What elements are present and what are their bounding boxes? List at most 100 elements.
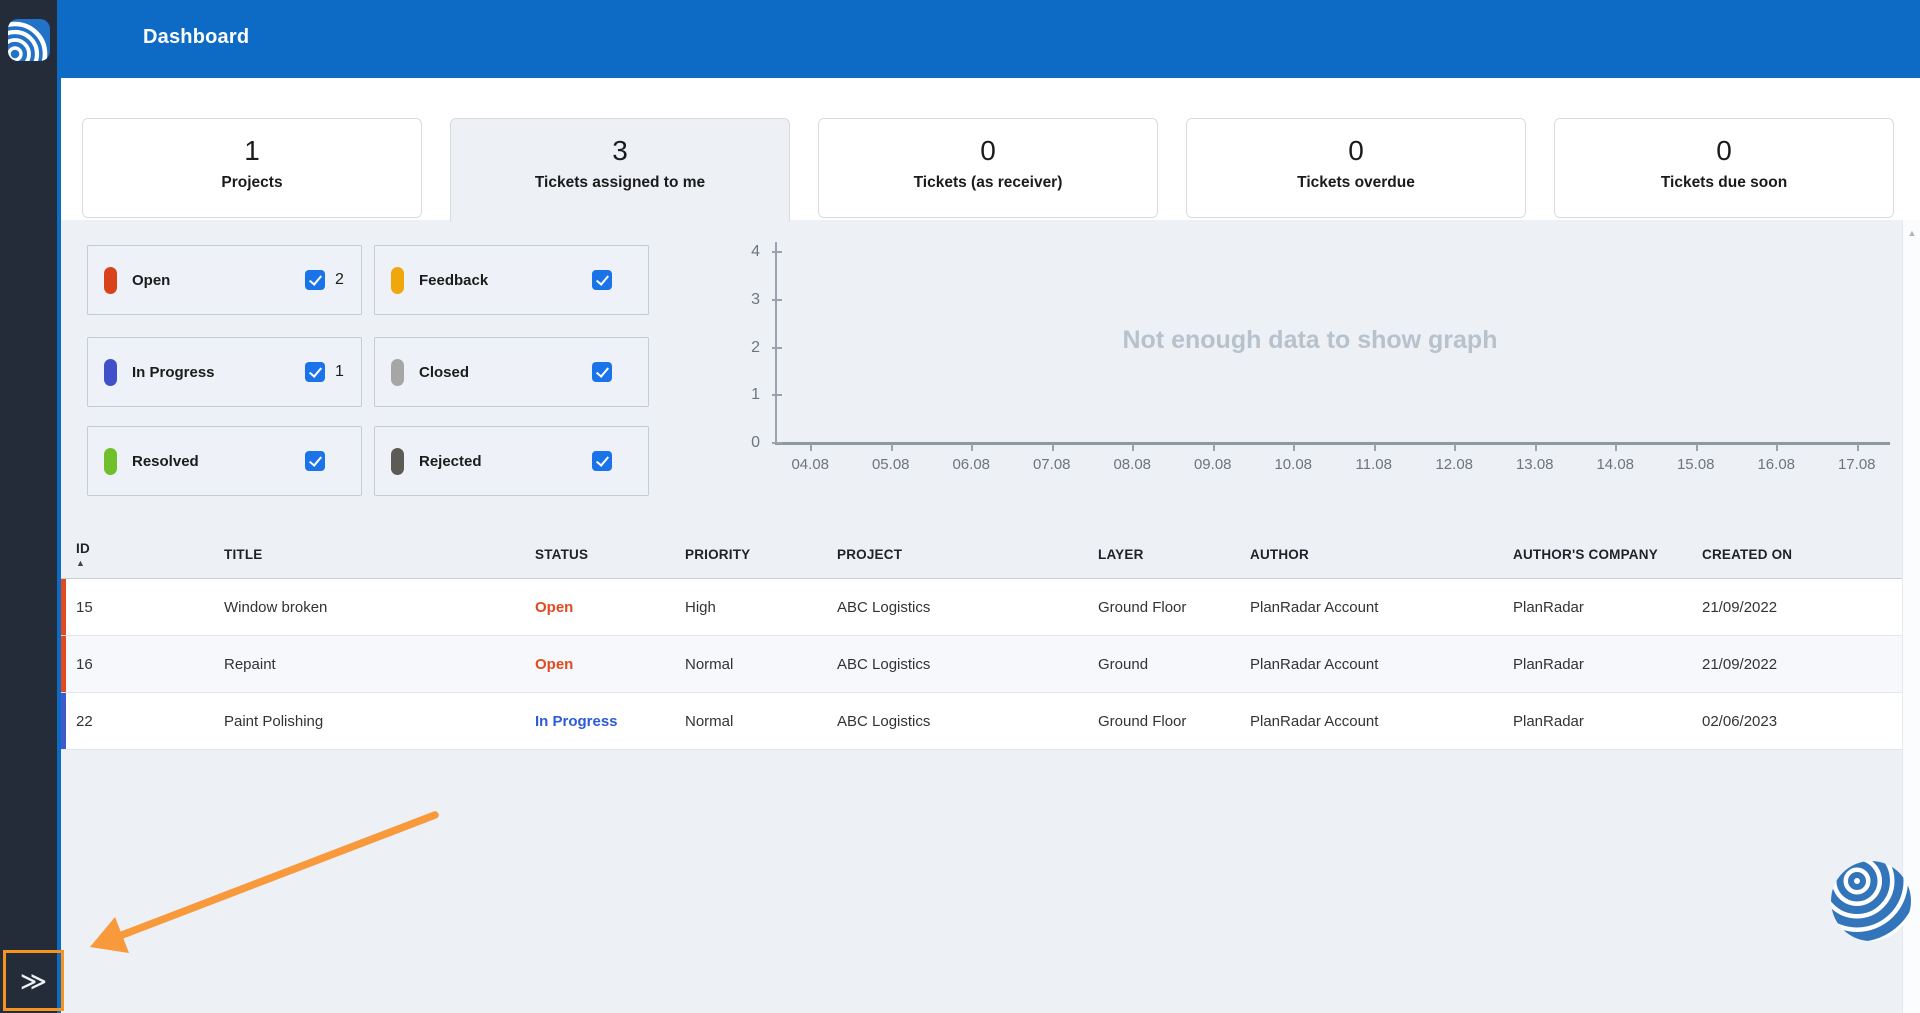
filter-rejected[interactable]: Rejected (374, 426, 649, 496)
table-row[interactable]: 15 Window broken Open High ABC Logistics… (61, 579, 1902, 636)
filter-feedback[interactable]: Feedback (374, 245, 649, 315)
cell-title: Repaint (224, 656, 535, 673)
card-label: Tickets assigned to me (535, 174, 705, 192)
scrollbar-up-icon[interactable]: ▲ (1903, 228, 1920, 238)
column-header-status[interactable]: STATUS (535, 547, 685, 562)
filter-open[interactable]: Open 2 (87, 245, 362, 315)
chart-y-axis (775, 242, 777, 444)
x-tick: 14.08 (1575, 444, 1656, 484)
x-tick: 06.08 (931, 444, 1012, 484)
table-row[interactable]: 22 Paint Polishing In Progress Normal AB… (61, 693, 1902, 750)
cell-project: ABC Logistics (837, 599, 1098, 616)
expand-sidebar-button[interactable]: ≫ (3, 950, 64, 1011)
x-tick: 05.08 (851, 444, 932, 484)
card-label: Tickets overdue (1297, 174, 1415, 192)
column-header-title[interactable]: TITLE (224, 547, 535, 562)
chart-empty-message: Not enough data to show graph (1010, 326, 1610, 355)
x-tick: 10.08 (1253, 444, 1334, 484)
filter-in-progress[interactable]: In Progress 1 (87, 337, 362, 407)
filter-label: Resolved (132, 453, 199, 470)
app-logo (0, 0, 57, 80)
cell-project: ABC Logistics (837, 656, 1098, 673)
cell-project: ABC Logistics (837, 713, 1098, 730)
filter-label: Open (132, 272, 170, 289)
filter-checkbox[interactable] (592, 270, 612, 290)
cell-priority: High (685, 599, 837, 616)
column-header-priority[interactable]: PRIORITY (685, 547, 837, 562)
filter-closed[interactable]: Closed (374, 337, 649, 407)
cell-status: Open (535, 599, 685, 616)
y-tick: 2 (715, 339, 760, 357)
cell-id: 15 (61, 599, 224, 616)
filter-label: Rejected (419, 453, 482, 470)
cell-author: PlanRadar Account (1250, 656, 1513, 673)
cell-layer: Ground Floor (1098, 713, 1250, 730)
column-header-company[interactable]: AUTHOR'S COMPANY (1513, 547, 1702, 562)
column-header-layer[interactable]: LAYER (1098, 547, 1250, 562)
x-tick: 04.08 (770, 444, 851, 484)
cell-created: 02/06/2023 (1702, 713, 1902, 730)
x-tick: 09.08 (1173, 444, 1254, 484)
status-color-pill (104, 359, 117, 386)
card-label: Projects (221, 174, 282, 192)
x-tick: 15.08 (1656, 444, 1737, 484)
filter-checkbox[interactable] (592, 362, 612, 382)
row-status-strip (61, 579, 66, 635)
table-row[interactable]: 16 Repaint Open Normal ABC Logistics Gro… (61, 636, 1902, 693)
x-tick: 17.08 (1817, 444, 1898, 484)
card-tickets-due-soon[interactable]: 0 Tickets due soon (1554, 118, 1894, 218)
sidebar-accent-edge (57, 0, 61, 1013)
filter-label: Feedback (419, 272, 488, 289)
top-header: Dashboard (61, 0, 1920, 78)
page-title: Dashboard (143, 26, 249, 49)
filter-checkbox[interactable] (305, 362, 325, 382)
cell-layer: Ground (1098, 656, 1250, 673)
x-tick: 12.08 (1414, 444, 1495, 484)
x-tick: 11.08 (1334, 444, 1415, 484)
cell-title: Paint Polishing (224, 713, 535, 730)
planradar-watermark-logo (1830, 860, 1912, 942)
cell-created: 21/09/2022 (1702, 656, 1902, 673)
filter-label: In Progress (132, 364, 215, 381)
filter-label: Closed (419, 364, 469, 381)
x-tick: 08.08 (1092, 444, 1173, 484)
card-value: 0 (1348, 135, 1364, 167)
cell-layer: Ground Floor (1098, 599, 1250, 616)
y-tick: 0 (715, 434, 760, 452)
cell-company: PlanRadar (1513, 599, 1702, 616)
cell-title: Window broken (224, 599, 535, 616)
cell-id: 22 (61, 713, 224, 730)
status-color-pill (391, 267, 404, 294)
column-header-created[interactable]: CREATED ON (1702, 547, 1902, 562)
status-color-pill (104, 267, 117, 294)
cell-priority: Normal (685, 713, 837, 730)
cell-company: PlanRadar (1513, 656, 1702, 673)
card-tickets-overdue[interactable]: 0 Tickets overdue (1186, 118, 1526, 218)
filter-checkbox[interactable] (305, 270, 325, 290)
sort-asc-icon: ▲ (76, 559, 216, 567)
filter-checkbox[interactable] (592, 451, 612, 471)
row-status-strip (61, 636, 66, 692)
cell-company: PlanRadar (1513, 713, 1702, 730)
card-value: 0 (1716, 135, 1732, 167)
y-tick: 1 (715, 386, 760, 404)
card-label: Tickets due soon (1661, 174, 1787, 192)
card-value: 3 (612, 135, 628, 167)
card-tickets-assigned[interactable]: 3 Tickets assigned to me (450, 118, 790, 222)
x-tick: 13.08 (1495, 444, 1576, 484)
column-header-id[interactable]: ID ▲ (61, 541, 224, 567)
card-tickets-receiver[interactable]: 0 Tickets (as receiver) (818, 118, 1158, 218)
card-label: Tickets (as receiver) (914, 174, 1063, 192)
column-header-project[interactable]: PROJECT (837, 547, 1098, 562)
filter-checkbox[interactable] (305, 451, 325, 471)
cell-author: PlanRadar Account (1250, 713, 1513, 730)
filter-count: 2 (335, 271, 345, 289)
status-color-pill (391, 448, 404, 475)
filter-resolved[interactable]: Resolved (87, 426, 362, 496)
cell-created: 21/09/2022 (1702, 599, 1902, 616)
cell-status: In Progress (535, 713, 685, 730)
column-header-author[interactable]: AUTHOR (1250, 547, 1513, 562)
card-value: 0 (980, 135, 996, 167)
table-header-row: ID ▲ TITLE STATUS PRIORITY PROJECT LAYER… (61, 530, 1902, 579)
card-projects[interactable]: 1 Projects (82, 118, 422, 218)
